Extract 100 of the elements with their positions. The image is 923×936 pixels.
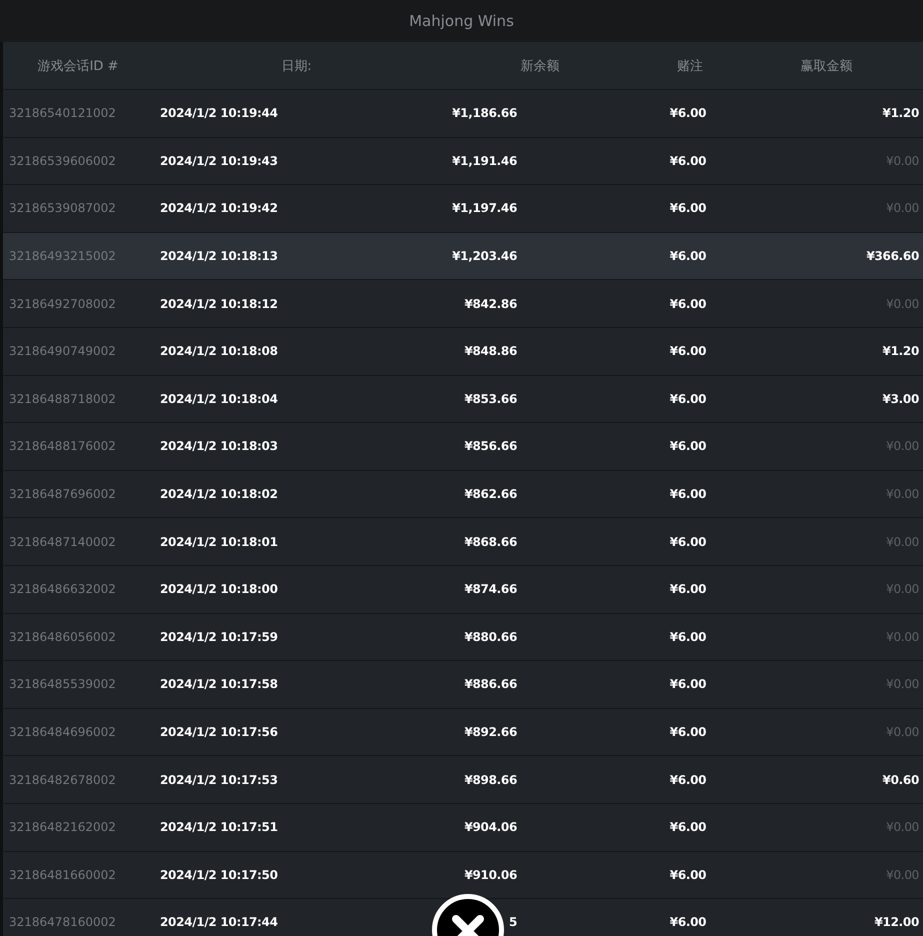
win-amount-cell: ¥0.00 xyxy=(886,154,919,168)
session-id-cell-text: 32186482162002 xyxy=(8,820,117,834)
balance-cell: ¥1,203.46 xyxy=(452,249,517,264)
date-cell: 2024/1/2 10:17:51 xyxy=(160,820,278,834)
win-amount-cell: ¥0.00 xyxy=(886,439,919,454)
win-amount-cell: ¥0.00 xyxy=(886,487,919,502)
session-id-cell-text: 32186493215002 xyxy=(8,249,117,264)
date-cell: 2024/1/2 10:17:44 xyxy=(160,915,278,930)
balance-cell: ¥853.66 xyxy=(464,392,517,406)
bet-cell: ¥6.00 xyxy=(670,296,706,311)
date-cell: 2024/1/2 10:17:53 xyxy=(160,772,278,787)
date-cell: 2024/1/2 10:18:02 xyxy=(160,487,278,502)
session-id-cell-text: 32186492708002 xyxy=(8,296,117,311)
balance-cell: ¥898.66 xyxy=(464,772,517,787)
date-cell: 2024/1/2 10:18:12 xyxy=(160,296,278,311)
session-id-cell-text: 32186486056002 xyxy=(8,630,117,644)
bet-cell: ¥6.00 xyxy=(670,820,706,834)
table-row[interactable]: 32186488718002 2024/1/2 10:18:04 ¥853.66 ¥6.00 ¥3.00 xyxy=(3,376,923,424)
balance-cell: ¥848.86 xyxy=(464,344,517,358)
session-id-cell-text: 32186478160002 xyxy=(8,915,117,930)
window-title: Mahjong Wins xyxy=(409,12,514,30)
session-id-cell-text: 32186481660002 xyxy=(8,868,117,882)
win-amount-cell: ¥1.20 xyxy=(882,344,919,358)
win-amount-cell: ¥0.00 xyxy=(886,630,919,644)
bet-cell: ¥6.00 xyxy=(670,630,706,644)
balance-cell: ¥842.86 xyxy=(464,296,517,311)
win-amount-cell: ¥0.00 xyxy=(886,725,919,740)
column-header: 新余额 xyxy=(520,58,560,74)
table-row[interactable]: 32186484696002 2024/1/2 10:17:56 ¥892.66 ¥6.00 ¥0.00 xyxy=(3,708,923,756)
table-row[interactable]: 32186539606002 2024/1/2 10:19:43 ¥1,191.46 ¥6.00 ¥0.00 xyxy=(3,138,923,186)
date-cell: 2024/1/2 10:19:44 xyxy=(160,106,278,120)
session-id-cell-text: 32186488718002 xyxy=(8,392,117,406)
balance-cell: ¥1,191.46 xyxy=(452,154,517,168)
session-id-cell-text: 32186487140002 xyxy=(8,534,117,549)
balance-cell: 5 xyxy=(508,915,517,930)
win-amount-cell: ¥0.00 xyxy=(886,868,919,882)
date-cell: 2024/1/2 10:17:50 xyxy=(160,868,278,882)
win-amount-cell: ¥12.00 xyxy=(874,915,919,930)
balance-cell: ¥892.66 xyxy=(464,725,517,740)
balance-cell: ¥862.66 xyxy=(464,487,517,502)
bet-cell: ¥6.00 xyxy=(670,487,706,502)
win-amount-cell: ¥0.00 xyxy=(886,201,919,216)
win-amount-cell: ¥0.60 xyxy=(882,772,919,787)
balance-cell: ¥880.66 xyxy=(464,630,517,644)
session-id-cell-text: 32186485539002 xyxy=(8,677,117,692)
win-amount-cell: ¥3.00 xyxy=(882,392,919,406)
date-cell: 2024/1/2 10:18:01 xyxy=(160,534,278,549)
win-amount-cell: ¥0.00 xyxy=(886,534,919,549)
balance-cell: ¥910.06 xyxy=(464,868,517,882)
bet-cell: ¥6.00 xyxy=(670,534,706,549)
bet-cell: ¥6.00 xyxy=(670,439,706,454)
column-header: 游戏会话ID # xyxy=(36,58,120,74)
bet-cell: ¥6.00 xyxy=(670,106,706,120)
session-id-cell-text: 32186540121002 xyxy=(8,106,117,120)
date-cell: 2024/1/2 10:18:13 xyxy=(160,249,278,264)
date-cell: 2024/1/2 10:18:04 xyxy=(160,392,278,406)
win-amount-cell: ¥1.20 xyxy=(882,106,919,120)
table-row[interactable]: 32186486056002 2024/1/2 10:17:59 ¥880.66 ¥6.00 ¥0.00 xyxy=(3,614,923,662)
win-amount-cell: ¥0.00 xyxy=(886,677,919,692)
bet-cell: ¥6.00 xyxy=(670,772,706,787)
date-cell: 2024/1/2 10:18:00 xyxy=(160,582,278,596)
session-id-cell-text: 32186486632002 xyxy=(8,582,117,596)
balance-cell: ¥1,186.66 xyxy=(452,106,517,120)
balance-cell: ¥886.66 xyxy=(464,677,517,692)
session-id-cell-text: 32186487696002 xyxy=(8,487,117,502)
bet-cell: ¥6.00 xyxy=(670,582,706,596)
bet-cell: ¥6.00 xyxy=(670,677,706,692)
session-id-cell-text: 32186482678002 xyxy=(8,772,117,787)
date-cell: 2024/1/2 10:19:42 xyxy=(160,201,278,216)
bet-cell: ¥6.00 xyxy=(670,344,706,358)
date-cell: 2024/1/2 10:17:56 xyxy=(160,725,278,740)
win-amount-cell: ¥0.00 xyxy=(886,296,919,311)
column-header: 赌注 xyxy=(676,58,704,74)
session-id-cell-text: 32186539606002 xyxy=(8,154,117,168)
date-cell: 2024/1/2 10:18:03 xyxy=(160,439,278,454)
bet-cell: ¥6.00 xyxy=(670,249,706,264)
date-cell: 2024/1/2 10:19:43 xyxy=(160,154,278,168)
table-row[interactable]: 32186493215002 2024/1/2 10:18:13 ¥1,203.46 ¥6.00 ¥366.60 xyxy=(3,232,923,280)
win-amount-cell: ¥366.60 xyxy=(866,249,919,264)
win-amount-cell: ¥0.00 xyxy=(886,820,919,834)
balance-cell: ¥856.66 xyxy=(464,439,517,454)
balance-cell: ¥1,197.46 xyxy=(452,201,517,216)
column-header: 日期: xyxy=(280,58,313,74)
date-cell: 2024/1/2 10:18:08 xyxy=(160,344,278,358)
table-row[interactable]: 32186481660002 2024/1/2 10:17:50 ¥910.06 ¥6.00 ¥0.00 xyxy=(3,852,923,900)
session-id-cell-text: 32186488176002 xyxy=(8,439,117,454)
balance-cell: ¥868.66 xyxy=(464,534,517,549)
session-id-cell-text: 32186484696002 xyxy=(8,725,117,740)
bet-cell: ¥6.00 xyxy=(670,392,706,406)
bet-cell: ¥6.00 xyxy=(670,154,706,168)
date-cell: 2024/1/2 10:17:59 xyxy=(160,630,278,644)
session-id-cell-text: 32186490749002 xyxy=(8,344,117,358)
session-id-cell-text: 32186539087002 xyxy=(8,201,117,216)
balance-cell: ¥904.06 xyxy=(464,820,517,834)
bet-cell: ¥6.00 xyxy=(670,725,706,740)
date-cell: 2024/1/2 10:17:58 xyxy=(160,677,278,692)
column-header: 赢取金额 xyxy=(800,58,854,74)
balance-cell: ¥874.66 xyxy=(464,582,517,596)
bet-cell: ¥6.00 xyxy=(670,868,706,882)
bet-cell: ¥6.00 xyxy=(670,201,706,216)
